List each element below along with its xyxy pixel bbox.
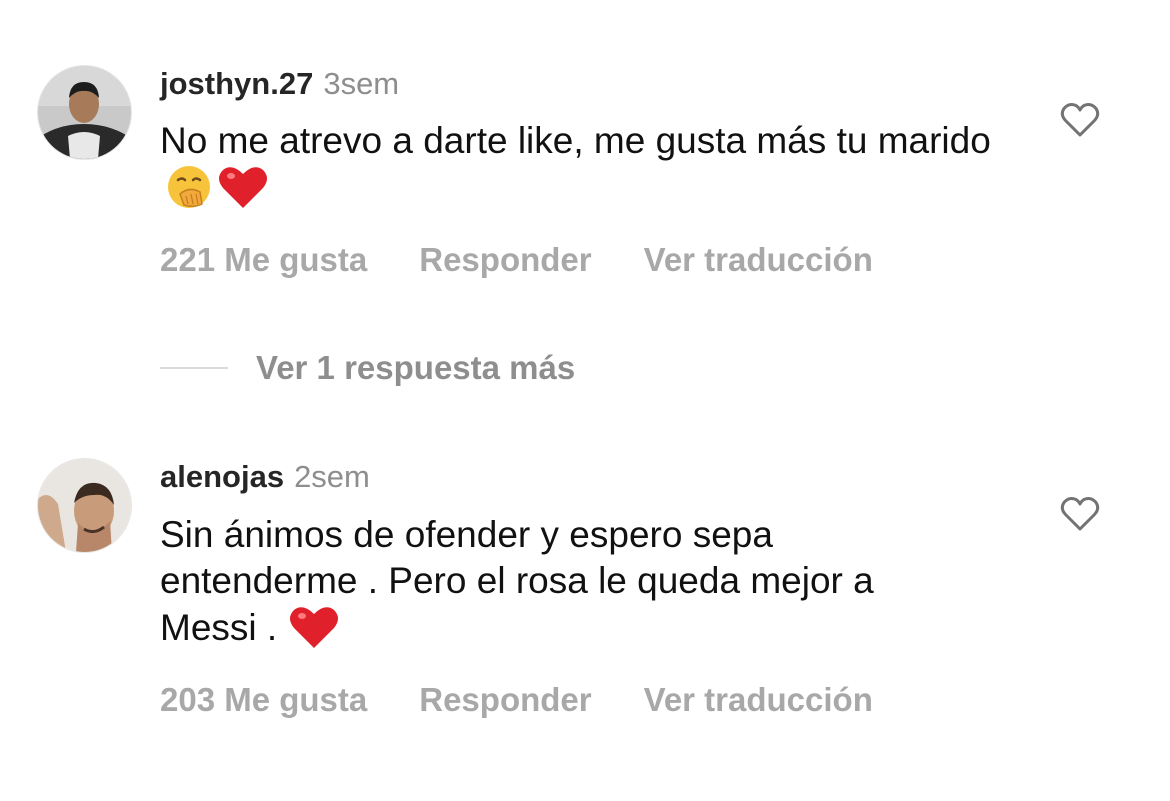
hand-over-mouth-emoji bbox=[166, 164, 212, 210]
timestamp: 3sem bbox=[323, 66, 400, 101]
comment-text: No me atrevo a darte like, me gusta más … bbox=[160, 118, 1060, 211]
view-replies-label[interactable]: Ver 1 respuesta más bbox=[256, 348, 575, 388]
reply-button[interactable]: Responder bbox=[419, 241, 591, 278]
username[interactable]: josthyn.27 bbox=[160, 66, 313, 101]
comment-header: alenojas 2sem bbox=[160, 459, 370, 495]
comment-text-content: No me atrevo a darte like, me gusta más … bbox=[160, 120, 991, 161]
avatar-alenojas[interactable] bbox=[38, 459, 131, 552]
red-heart-emoji bbox=[289, 604, 339, 650]
comment-actions: 221 Me gusta Responder Ver traducción bbox=[160, 240, 873, 280]
username[interactable]: alenojas bbox=[160, 459, 284, 494]
comment-header: josthyn.27 3sem bbox=[160, 66, 399, 102]
replies-divider bbox=[160, 367, 228, 369]
translate-button[interactable]: Ver traducción bbox=[644, 241, 873, 278]
avatar-josthyn[interactable] bbox=[38, 66, 131, 159]
timestamp: 2sem bbox=[294, 459, 370, 494]
reply-button[interactable]: Responder bbox=[419, 681, 591, 718]
comment-text-line-2: entenderme . Pero el rosa le queda mejor… bbox=[160, 560, 874, 601]
heart-outline-icon[interactable] bbox=[1060, 102, 1100, 138]
likes-count[interactable]: 221 Me gusta bbox=[160, 241, 367, 278]
translate-button[interactable]: Ver traducción bbox=[644, 681, 873, 718]
comment-text-line-3: Messi . bbox=[160, 607, 278, 648]
likes-count[interactable]: 203 Me gusta bbox=[160, 681, 367, 718]
comment-text-line-1: Sin ánimos de ofender y espero sepa bbox=[160, 514, 773, 555]
red-heart-emoji bbox=[218, 164, 268, 210]
comment-text: Sin ánimos de ofender y espero sepa ente… bbox=[160, 512, 1060, 651]
comment-actions: 203 Me gusta Responder Ver traducción bbox=[160, 680, 873, 720]
heart-outline-icon[interactable] bbox=[1060, 496, 1100, 532]
